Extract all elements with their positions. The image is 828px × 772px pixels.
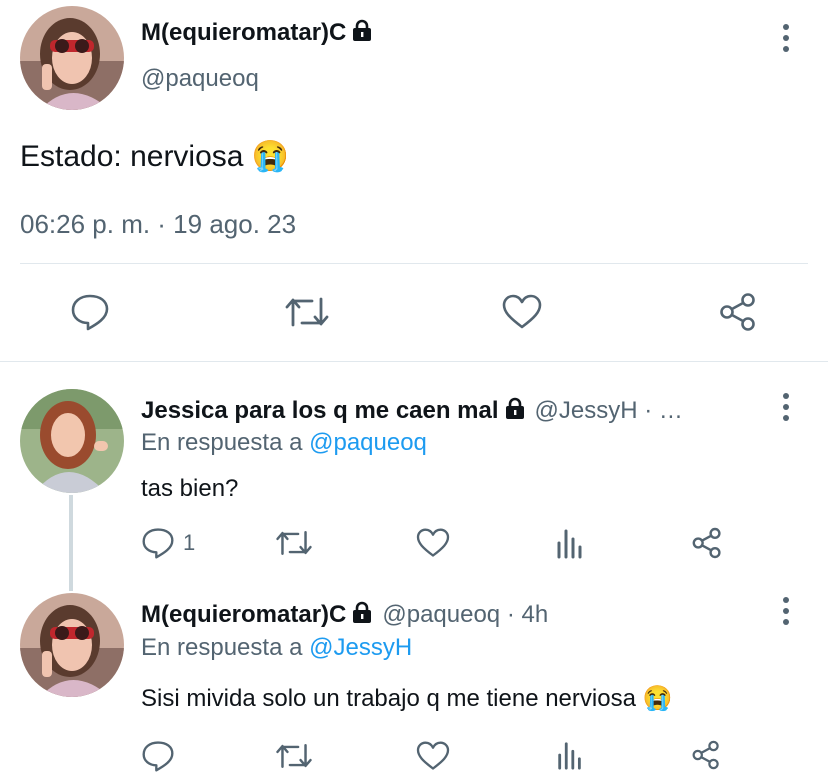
crying-emoji: 😭 (251, 140, 290, 173)
retweet-button[interactable] (275, 742, 313, 770)
share-icon (720, 293, 755, 331)
like-button[interactable] (416, 528, 450, 558)
avatar-reply-1[interactable] (20, 389, 124, 493)
tweet-text: Estado: nerviosa 😭 (20, 140, 290, 173)
share-button[interactable] (691, 527, 723, 559)
lock-icon (505, 397, 525, 426)
author-handle[interactable]: @paqueoq (141, 65, 259, 93)
like-button[interactable] (502, 294, 542, 330)
tweet-timestamp[interactable]: 06:26 p. m. · 19 ago. 23 (20, 209, 296, 240)
share-icon (692, 527, 721, 559)
like-button[interactable] (416, 741, 450, 771)
reply-2-handle[interactable]: @paqueoq · 4h (382, 601, 548, 628)
views-icon (557, 529, 582, 559)
reply-icon (71, 294, 109, 331)
reply-1-reply-to: En respuesta a @paqueoq (141, 429, 427, 456)
lock-icon (352, 19, 372, 48)
lock-icon (352, 601, 372, 630)
retweet-icon (276, 744, 312, 768)
more-icon[interactable] (774, 18, 798, 58)
more-icon[interactable] (774, 591, 798, 631)
views-button[interactable] (555, 740, 585, 770)
divider (20, 263, 808, 264)
like-icon (416, 741, 450, 770)
share-icon (692, 740, 719, 770)
retweet-button[interactable] (284, 295, 330, 329)
retweet-icon (276, 531, 312, 555)
share-button[interactable] (691, 740, 721, 770)
mention-link[interactable]: @paqueoq (309, 429, 427, 456)
reply-icon (142, 528, 174, 559)
reply-button[interactable]: 1 (141, 527, 195, 559)
retweet-button[interactable] (275, 529, 313, 557)
reply-2-author[interactable]: M(equieromatar)C @paqueoq · 4h (141, 601, 548, 630)
reply-1-author[interactable]: Jessica para los q me caen mal @JessyH · … (141, 397, 683, 426)
reply-icon (142, 741, 174, 772)
reply-button[interactable] (70, 293, 110, 331)
retweet-icon (285, 297, 329, 327)
avatar-main[interactable] (20, 6, 124, 110)
reply-count: 1 (183, 530, 196, 555)
author-name[interactable]: M(equieromatar)C (141, 19, 372, 48)
reply-1-text: tas bien? (141, 475, 239, 502)
mention-link[interactable]: @JessyH (309, 634, 412, 661)
avatar-reply-2[interactable] (20, 593, 124, 697)
like-icon (502, 294, 542, 329)
reply-button[interactable] (141, 740, 175, 772)
views-icon (558, 742, 581, 770)
section-divider (0, 361, 828, 362)
like-icon (416, 528, 450, 557)
reply-2-text: Sisi mivida solo un trabajo q me tiene n… (141, 685, 673, 712)
more-icon[interactable] (774, 387, 798, 427)
reply-2-reply-to: En respuesta a @JessyH (141, 634, 413, 661)
thread-line (69, 495, 73, 591)
views-button[interactable] (555, 527, 585, 559)
reply-1-handle[interactable]: @JessyH · … (535, 397, 683, 424)
share-button[interactable] (718, 292, 758, 332)
crying-emoji: 😭 (642, 685, 673, 712)
